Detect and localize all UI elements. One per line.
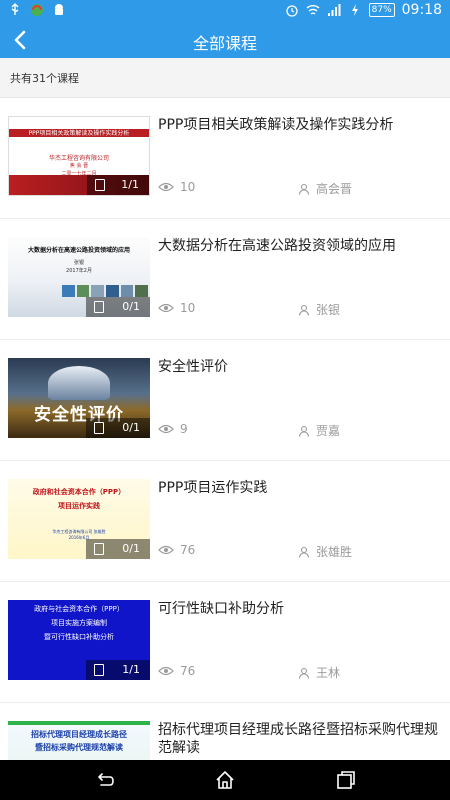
thumb-text: 政府与社会资本合作（PPP）: [34, 605, 124, 613]
charging-icon: [351, 4, 358, 16]
author-name: 高会晋: [316, 182, 353, 196]
course-title: 招标代理项目经理成长路径暨招标采购代理规范解读: [158, 722, 438, 756]
page-count-badge: 0/1: [122, 421, 140, 434]
thumb-text: 暨招标采购代理规范解读: [35, 743, 123, 752]
page-count-badge: 1/1: [122, 663, 140, 676]
page-count-badge: 0/1: [122, 300, 140, 313]
app-notification-icon: [31, 4, 43, 16]
eye-icon: [158, 424, 174, 434]
author: 高会晋: [298, 180, 352, 197]
document-icon: [94, 301, 104, 313]
author-name: 张雄胜: [316, 545, 353, 559]
course-thumbnail: 安全性评价 0/1: [8, 358, 150, 438]
document-icon: [94, 422, 104, 434]
app-header: 全部课程: [0, 22, 450, 58]
page-title: 全部课程: [192, 34, 257, 53]
course-thumbnail: 政府与社会资本合作（PPP） 项目实施方案编制 暨可行性缺口补助分析 1/1: [8, 600, 150, 680]
alarm-icon: [285, 5, 298, 17]
android-icon: [55, 4, 63, 15]
thumb-text: 招标代理项目经理成长路径: [31, 730, 127, 739]
course-title: PPP项目运作实践: [158, 480, 268, 496]
person-icon: [298, 667, 310, 679]
status-time: 09:18: [401, 2, 442, 18]
thumb-text: PPP项目相关政策解读及操作实践分析: [28, 130, 130, 137]
thumb-text: 华杰工程咨询有限公司: [48, 155, 109, 162]
view-count: 10: [158, 180, 195, 194]
document-icon: [94, 543, 104, 555]
course-thumbnail: 政府和社会资本合作（PPP） 项目运作实践 华杰工程咨询有限公司 张雄胜 201…: [8, 479, 150, 559]
course-thumbnail: 大数据分析在高速公路投资领域的应用 张银 2017年2月 0/1: [8, 237, 150, 317]
course-list: PPP项目相关政策解读及操作实践分析 华杰工程咨询有限公司 焦 会 晋 二零一七…: [0, 98, 450, 760]
course-count-bar: 共有31个课程: [0, 58, 450, 98]
nav-recents-icon[interactable]: [335, 769, 357, 791]
view-count-value: 9: [180, 422, 188, 436]
document-icon: [94, 664, 104, 676]
eye-icon: [158, 545, 174, 555]
author-name: 王林: [316, 666, 341, 680]
author-name: 张银: [316, 303, 341, 317]
thumb-text: 焦 会 晋: [69, 163, 89, 169]
view-count: 76: [158, 664, 195, 678]
course-thumbnail: 招标代理项目经理成长路径 暨招标采购代理规范解读: [8, 721, 150, 760]
thumb-text: 张银: [73, 260, 84, 266]
author: 贾嘉: [298, 422, 340, 439]
view-count: 10: [158, 301, 195, 315]
course-item[interactable]: 安全性评价 0/1 安全性评价 9 贾嘉: [0, 340, 450, 461]
author-name: 贾嘉: [316, 424, 341, 438]
page-count-badge: 1/1: [121, 178, 139, 191]
nav-back-icon[interactable]: [93, 769, 115, 791]
person-icon: [298, 183, 310, 195]
course-thumbnail: PPP项目相关政策解读及操作实践分析 华杰工程咨询有限公司 焦 会 晋 二零一七…: [8, 116, 150, 196]
thumb-text: 2017年2月: [66, 268, 92, 274]
course-item[interactable]: 大数据分析在高速公路投资领域的应用 张银 2017年2月 0/1 大数据分析在高…: [0, 219, 450, 340]
course-title: 可行性缺口补助分析: [158, 601, 284, 617]
eye-icon: [158, 666, 174, 676]
nav-home-icon[interactable]: [214, 769, 236, 791]
person-icon: [298, 304, 310, 316]
view-count-value: 76: [180, 543, 196, 557]
course-item[interactable]: 政府与社会资本合作（PPP） 项目实施方案编制 暨可行性缺口补助分析 1/1 可…: [0, 582, 450, 703]
course-count-text: 共有31个课程: [10, 72, 79, 85]
eye-icon: [158, 303, 174, 313]
person-icon: [298, 546, 310, 558]
page-count-badge: 0/1: [122, 542, 140, 555]
thumb-text: 政府和社会资本合作（PPP）: [32, 488, 126, 496]
eye-icon: [158, 182, 174, 192]
thumb-text: 项目运作实践: [58, 502, 100, 510]
status-bar: 87% 09:18: [0, 0, 450, 22]
signal-icon: [327, 4, 341, 16]
author: 王林: [298, 664, 340, 681]
view-count: 9: [158, 422, 188, 436]
thumb-text: 大数据分析在高速公路投资领域的应用: [27, 247, 130, 254]
thumb-text: 暨可行性缺口补助分析: [44, 633, 114, 641]
thumb-text: 项目实施方案编制: [51, 619, 107, 627]
system-nav-bar: [0, 760, 450, 800]
course-title: PPP项目相关政策解读及操作实践分析: [158, 117, 394, 133]
course-title: 大数据分析在高速公路投资领域的应用: [158, 238, 396, 254]
view-count-value: 10: [180, 180, 196, 194]
course-title: 安全性评价: [158, 359, 228, 375]
course-item[interactable]: 政府和社会资本合作（PPP） 项目运作实践 华杰工程咨询有限公司 张雄胜 201…: [0, 461, 450, 582]
battery-indicator: 87%: [368, 3, 395, 17]
author: 张雄胜: [298, 543, 352, 560]
view-count: 76: [158, 543, 195, 557]
wifi-icon: [306, 5, 320, 15]
course-item[interactable]: 招标代理项目经理成长路径 暨招标采购代理规范解读 招标代理项目经理成长路径暨招标…: [0, 703, 450, 760]
author: 张银: [298, 301, 340, 318]
document-icon: [95, 179, 105, 191]
view-count-value: 10: [180, 301, 196, 315]
course-item[interactable]: PPP项目相关政策解读及操作实践分析 华杰工程咨询有限公司 焦 会 晋 二零一七…: [0, 98, 450, 219]
view-count-value: 76: [180, 664, 196, 678]
person-icon: [298, 425, 310, 437]
usb-icon: [11, 3, 19, 15]
